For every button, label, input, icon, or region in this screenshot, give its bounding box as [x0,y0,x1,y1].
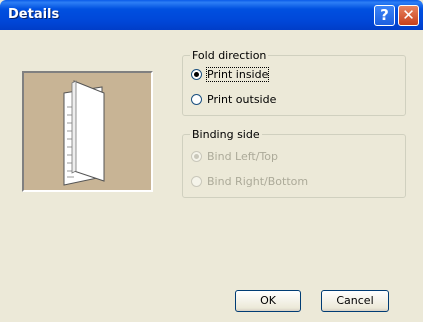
print-inside-label[interactable]: Print inside [205,67,270,82]
print-outside-radio[interactable]: Print outside [191,93,276,106]
folded-booklet-icon [63,80,105,186]
bind-right-bottom-label: Bind Right/Bottom [207,175,309,188]
bind-right-bottom-radio: Bind Right/Bottom [191,175,308,188]
fold-preview-image [22,71,153,192]
radio-circle [191,151,202,162]
radio-circle [191,176,202,187]
bind-left-top-radio: Bind Left/Top [191,150,278,163]
window-title: Details [8,7,60,22]
bind-left-top-label: Bind Left/Top [207,150,279,163]
title-bar[interactable]: Details ? ✕ [0,0,423,30]
ok-button[interactable]: OK [235,290,301,312]
help-button[interactable]: ? [374,5,395,26]
radio-circle[interactable] [191,69,202,80]
radio-circle[interactable] [191,94,202,105]
binding-side-group: Binding side Bind Left/Top Bind Right/Bo… [182,128,406,198]
print-inside-radio[interactable]: Print inside [191,67,270,82]
fold-direction-group: Fold direction Print inside Print outsid… [182,49,406,116]
close-icon: ✕ [402,6,415,24]
binding-side-legend: Binding side [190,128,262,141]
fold-direction-legend: Fold direction [190,49,269,62]
help-icon: ? [380,6,389,24]
cancel-button[interactable]: Cancel [321,290,389,312]
radio-dot-selected [194,154,199,159]
close-button[interactable]: ✕ [398,5,419,26]
print-outside-label[interactable]: Print outside [207,93,276,106]
radio-dot-selected [194,72,199,77]
